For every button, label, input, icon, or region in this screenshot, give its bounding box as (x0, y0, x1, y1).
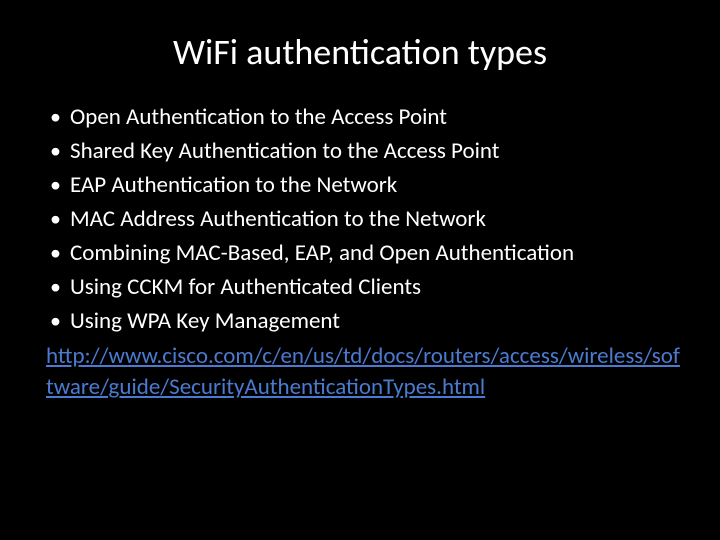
bullet-list: Open Authentication to the Access Point … (46, 102, 680, 337)
list-item: Using CCKM for Authenticated Clients (46, 272, 680, 303)
list-item: Shared Key Authentication to the Access … (46, 136, 680, 167)
slide-title: WiFi authentication types (40, 30, 680, 74)
slide: WiFi authentication types Open Authentic… (0, 0, 720, 540)
list-item: Open Authentication to the Access Point (46, 102, 680, 133)
list-item: Combining MAC-Based, EAP, and Open Authe… (46, 238, 680, 269)
list-item: EAP Authentication to the Network (46, 170, 680, 201)
reference-link[interactable]: http://www.cisco.com/c/en/us/td/docs/rou… (46, 341, 680, 403)
list-item: Using WPA Key Management (46, 306, 680, 337)
list-item: MAC Address Authentication to the Networ… (46, 204, 680, 235)
